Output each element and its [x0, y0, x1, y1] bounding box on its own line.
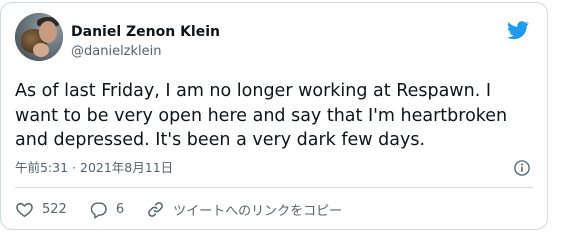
link-icon [148, 201, 163, 217]
tweet-actions: 522 6 ツイートへのリンクをコピー [15, 197, 364, 221]
info-icon[interactable] [513, 159, 531, 177]
like-button[interactable]: 522 [15, 200, 67, 219]
tweet-meta: 午前5:31 · 2021年8月11日 [15, 159, 533, 179]
tweet-line: As of last Friday, I am no longer workin… [15, 81, 491, 101]
comment-icon [90, 201, 107, 219]
copy-link-button[interactable]: ツイートへのリンクをコピー [146, 200, 342, 219]
like-count: 522 [42, 201, 67, 217]
copy-link-label: ツイートへのリンクをコピー [173, 203, 343, 219]
twitter-bird-icon[interactable] [507, 19, 529, 41]
tweet-header: Daniel Zenon Klein @danielzklein [15, 13, 533, 69]
tweet-line: and depressed. It's been a very dark few… [15, 130, 426, 150]
heart-icon [16, 202, 33, 217]
tweet-card[interactable]: Daniel Zenon Klein @danielzklein As of l… [0, 2, 548, 230]
reply-count: 6 [115, 201, 125, 217]
author-name[interactable]: Daniel Zenon Klein [71, 23, 220, 41]
divider [15, 187, 533, 188]
tweet-text: As of last Friday, I am no longer workin… [15, 79, 535, 153]
author-handle[interactable]: @danielzklein [71, 43, 162, 60]
reply-button[interactable]: 6 [89, 200, 124, 219]
tweet-timestamp[interactable]: 午前5:31 · 2021年8月11日 [15, 159, 173, 177]
tweet-line: want to be very open here and say that I… [15, 105, 508, 126]
avatar[interactable] [15, 13, 63, 61]
